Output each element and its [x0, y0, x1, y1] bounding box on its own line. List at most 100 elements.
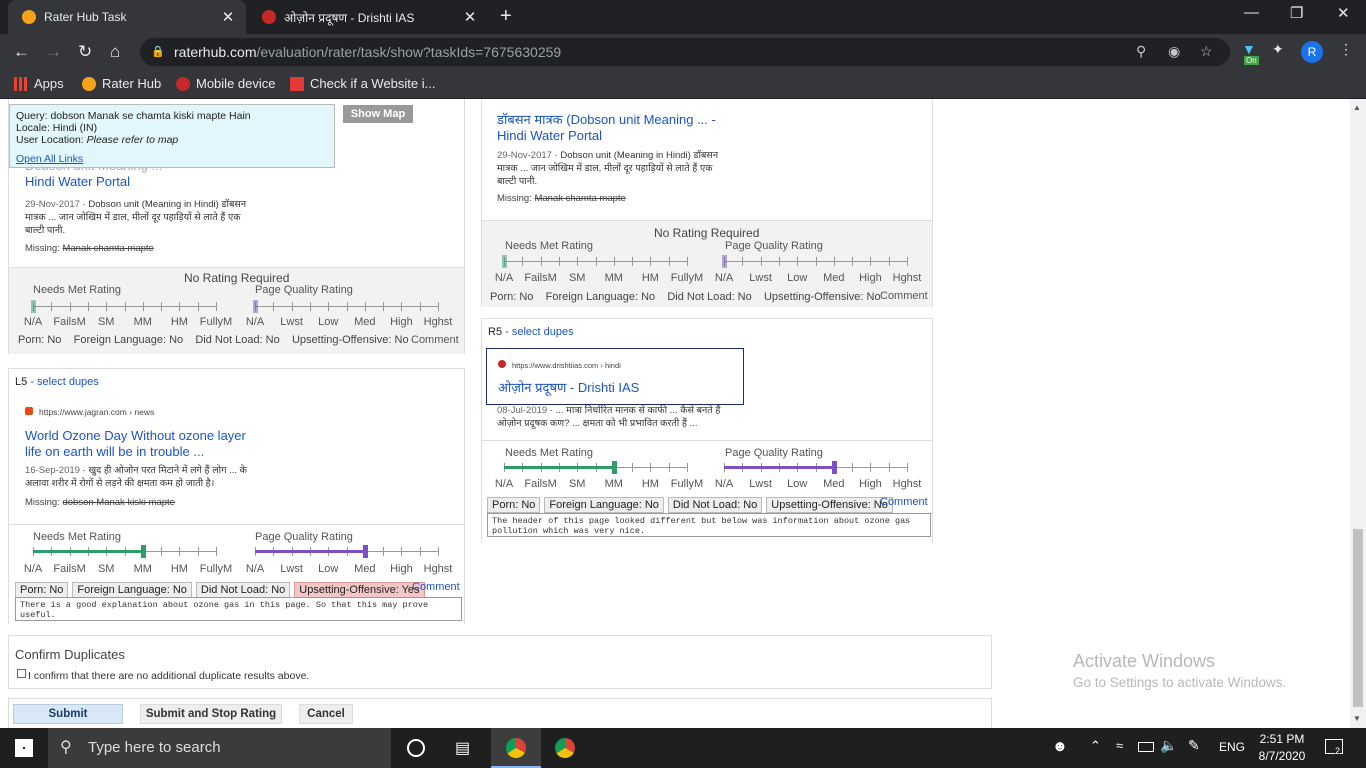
foreign-language-flag[interactable]: Foreign Language: No [544, 497, 664, 513]
result-url[interactable]: https://www.drishtiias.com › hindi [498, 360, 621, 370]
scale-label: Low [787, 478, 808, 490]
did-not-load-flag[interactable]: Did Not Load: No [667, 291, 751, 303]
slider-thumb[interactable] [253, 300, 258, 313]
slider-thumb[interactable] [31, 300, 36, 313]
new-tab-icon[interactable]: + [500, 5, 512, 28]
pen-icon[interactable]: ✎ [1188, 737, 1200, 754]
page-quality-slider[interactable] [255, 545, 439, 559]
reload-icon[interactable]: ↻ [78, 42, 92, 62]
bookmark-mobile-device[interactable]: Mobile device [176, 76, 276, 91]
menu-icon[interactable]: ⋮ [1339, 41, 1353, 58]
slider-thumb[interactable] [140, 545, 146, 558]
scroll-up-icon[interactable]: ▲ [1353, 103, 1361, 112]
cortana-icon[interactable] [407, 739, 425, 757]
result-title[interactable]: World Ozone Day Without ozone layer life… [25, 428, 260, 460]
profile-avatar[interactable]: R [1301, 41, 1323, 63]
porn-flag[interactable]: Porn: No [18, 334, 61, 346]
did-not-load-flag[interactable]: Did Not Load: No [195, 582, 291, 598]
slider-thumb[interactable] [722, 255, 727, 268]
page-quality-slider[interactable] [724, 461, 908, 475]
page-quality-slider[interactable] [722, 255, 908, 269]
result-preview-box[interactable]: https://www.drishtiias.com › hindi ओज़ोन… [486, 348, 744, 405]
needs-met-slider[interactable] [502, 255, 688, 269]
foreign-language-flag[interactable]: Foreign Language: No [72, 582, 192, 598]
slider-thumb[interactable] [831, 461, 837, 474]
forward-icon[interactable]: → [45, 42, 62, 62]
porn-flag[interactable]: Porn: No [490, 291, 533, 303]
close-tab-icon[interactable]: ✕ [218, 8, 238, 26]
open-all-links[interactable]: Open All Links [16, 153, 83, 165]
upsetting-flag[interactable]: Upsetting-Offensive: No [764, 291, 881, 303]
foreign-language-flag[interactable]: Foreign Language: No [546, 291, 655, 303]
extensions-puzzle-icon[interactable]: ✦ [1272, 41, 1284, 58]
confirm-title: Confirm Duplicates [15, 647, 125, 662]
task-view-icon[interactable]: ▤ [455, 738, 470, 758]
upsetting-flag[interactable]: Upsetting-Offensive: No [766, 497, 893, 513]
upsetting-flag[interactable]: Upsetting-Offensive: Yes [294, 582, 425, 598]
scroll-down-icon[interactable]: ▼ [1353, 714, 1361, 723]
submit-button[interactable]: Submit [13, 704, 123, 724]
taskbar-search[interactable]: ⚲ Type here to search [48, 728, 391, 768]
close-tab-icon[interactable]: ✕ [460, 8, 480, 26]
comment-link[interactable]: Comment [411, 334, 459, 346]
close-window-icon[interactable]: ✕ [1337, 4, 1350, 22]
show-map-button[interactable]: Show Map [343, 105, 413, 123]
comment-link[interactable]: Comment [880, 496, 928, 508]
foreign-language-flag[interactable]: Foreign Language: No [74, 334, 183, 346]
bookmark-apps[interactable]: Apps [14, 76, 64, 91]
porn-flag[interactable]: Porn: No [15, 582, 69, 598]
minimize-icon[interactable]: — [1244, 4, 1259, 21]
needs-met-slider[interactable] [31, 300, 217, 314]
address-bar[interactable]: 🔒 raterhub.com/evaluation/rater/task/sho… [140, 38, 1230, 66]
needs-met-slider[interactable] [504, 461, 688, 475]
result-title[interactable]: डॉबसन मात्रक (Dobson unit Meaning ... -H… [497, 112, 727, 144]
volume-icon[interactable]: 🔈 [1160, 737, 1177, 754]
select-dupes-link[interactable]: - select dupes [505, 326, 573, 338]
chrome-taskbar-button[interactable] [491, 728, 541, 768]
slider-thumb[interactable] [362, 545, 368, 558]
result-title[interactable]: ओज़ोन प्रदूषण - Drishti IAS [498, 380, 639, 396]
comment-textarea[interactable]: The header of this page looked different… [487, 513, 931, 537]
battery-icon[interactable] [1138, 742, 1154, 752]
comment-link[interactable]: Comment [880, 290, 928, 302]
tray-chevron-icon[interactable]: ⌃ [1090, 738, 1101, 754]
upsetting-flag[interactable]: Upsetting-Offensive: No [292, 334, 409, 346]
did-not-load-flag[interactable]: Did Not Load: No [667, 497, 763, 513]
confirm-checkbox[interactable] [17, 669, 26, 678]
page-scrollbar[interactable]: ▲ ▼ [1350, 99, 1366, 728]
notification-icon[interactable] [1325, 739, 1343, 754]
tab-rater-hub[interactable]: Rater Hub Task ✕ [8, 0, 246, 34]
confirm-checkbox-row[interactable]: I confirm that there are no additional d… [17, 669, 309, 682]
tab-drishti[interactable]: ओज़ोन प्रदूषण - Drishti IAS ✕ [248, 0, 488, 34]
url-text[interactable]: raterhub.com/evaluation/rater/task/show?… [174, 44, 561, 60]
language-indicator[interactable]: ENG [1219, 740, 1245, 754]
bookmark-star-icon[interactable]: ☆ [1200, 43, 1213, 60]
bookmark-check-website[interactable]: Check if a Website i... [290, 76, 435, 91]
porn-flag[interactable]: Porn: No [487, 497, 541, 513]
tracking-hidden-icon[interactable]: ◉ [1168, 43, 1180, 60]
slider-thumb[interactable] [502, 255, 507, 268]
extension-icon[interactable]: ▼ [1242, 41, 1256, 57]
page-quality-slider[interactable] [253, 300, 439, 314]
restore-icon[interactable]: ❐ [1290, 4, 1303, 22]
slider-tick [558, 257, 560, 266]
did-not-load-flag[interactable]: Did Not Load: No [195, 334, 279, 346]
chrome-second-icon[interactable] [555, 738, 575, 758]
scrollbar-thumb[interactable] [1353, 529, 1363, 707]
bookmark-rater-hub[interactable]: Rater Hub [82, 76, 161, 91]
zoom-icon[interactable]: ⚲ [1136, 43, 1146, 60]
comment-link[interactable]: Comment [412, 581, 460, 593]
slider-thumb[interactable] [611, 461, 617, 474]
submit-stop-button[interactable]: Submit and Stop Rating [140, 704, 282, 724]
needs-met-slider[interactable] [33, 545, 217, 559]
cancel-button[interactable]: Cancel [299, 704, 353, 724]
people-icon[interactable]: ☻ [1052, 738, 1068, 755]
home-icon[interactable]: ⌂ [110, 42, 120, 62]
comment-textarea[interactable]: There is a good explanation about ozone … [15, 597, 462, 621]
network-icon[interactable]: ≈ [1116, 738, 1123, 753]
windows-start-icon[interactable] [15, 739, 33, 757]
back-icon[interactable]: ← [13, 42, 30, 62]
result-url[interactable]: https://www.jagran.com › news [25, 407, 154, 417]
select-dupes-link[interactable]: - select dupes [30, 376, 98, 388]
clock[interactable]: 2:51 PM 8/7/2020 [1254, 731, 1310, 765]
